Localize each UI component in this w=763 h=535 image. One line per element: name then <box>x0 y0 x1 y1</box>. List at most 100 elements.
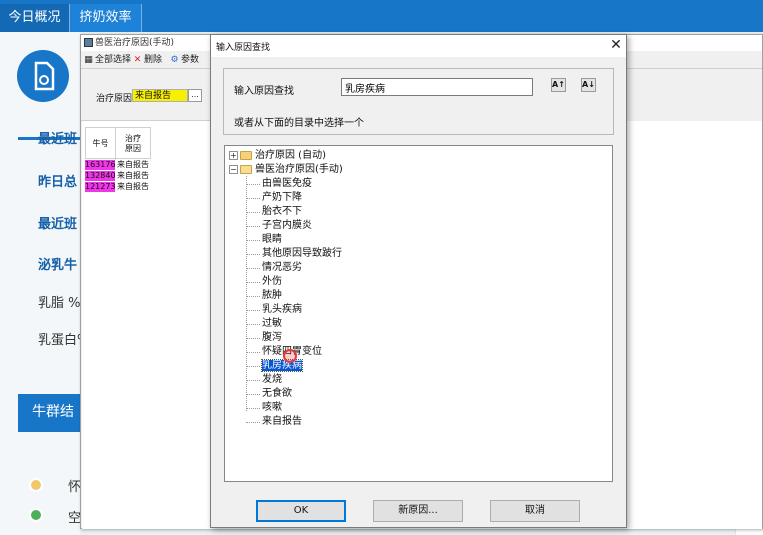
reason-tree[interactable]: + 治疗原因 (自动) − 兽医治疗原因(手动) 由兽医免疫 产奶下降 胎衣不下… <box>224 145 613 482</box>
new-reason-button[interactable]: 新原因... <box>373 500 463 522</box>
grid-col-reason[interactable]: 治疗 原因 <box>116 128 150 160</box>
tree-connector <box>246 212 260 213</box>
tree-leaf[interactable]: 眼睛 <box>262 233 282 246</box>
herd-structure-header: 牛群结 <box>18 394 80 432</box>
tree-connector <box>246 254 260 255</box>
tree-leaf-label: 由兽医免疫 <box>262 178 312 189</box>
tree-leaf[interactable]: 胎衣不下 <box>262 205 302 218</box>
filter-browse-button[interactable]: ... <box>188 89 202 102</box>
open-folder-icon <box>240 165 252 174</box>
treatment-filter: 治疗原因 来自报告 ... <box>81 69 211 121</box>
tree-leaf[interactable]: 无食欲 <box>262 387 292 400</box>
mouse-cursor-icon <box>283 349 297 363</box>
search-panel: 输入原因查找 A↑ A↓ 或者从下面的目录中选择一个 <box>223 68 614 135</box>
grid-header: 牛号 治疗 原因 <box>85 127 151 160</box>
app-icon <box>84 38 93 47</box>
tree-leaf-label: 情况恶劣 <box>262 262 302 273</box>
ok-button[interactable]: OK <box>256 500 346 522</box>
select-all-label: 全部选择 <box>95 55 132 65</box>
tree-leaf-label: 眼睛 <box>262 234 282 245</box>
grid-col-reason-label: 治疗 原因 <box>125 134 141 153</box>
tree-leaf[interactable]: 过敏 <box>262 317 282 330</box>
tree-connector <box>246 226 260 227</box>
tree-connector <box>246 422 260 423</box>
cancel-button[interactable]: 取消 <box>490 500 580 522</box>
tree-node-manual-reasons[interactable]: 兽医治疗原因(手动) <box>255 163 343 176</box>
sort-descending-button[interactable]: A↓ <box>581 78 596 92</box>
delete-x-icon: ✕ <box>133 55 142 65</box>
select-all-icon: ▦ <box>84 55 93 65</box>
tree-leaf[interactable]: 子宫内膜炎 <box>262 219 312 232</box>
cell-cow-id: 121273 <box>85 182 116 192</box>
tree-node-auto-reasons[interactable]: 治疗原因 (自动) <box>255 149 326 162</box>
filter-value-field[interactable]: 来自报告 <box>132 89 188 102</box>
tree-connector <box>246 408 260 409</box>
search-input[interactable] <box>341 78 533 96</box>
tree-leaf[interactable]: 外伤 <box>262 275 282 288</box>
tree-leaf-label: 咳嗽 <box>262 402 282 413</box>
tree-leaf-label: 胎衣不下 <box>262 206 302 217</box>
table-row[interactable]: 121273 来自报告 <box>85 182 151 192</box>
dashboard-left-panel: 最近班 昨日总 最近班 泌乳牛 乳脂 % 乳蛋白% <box>0 32 80 535</box>
grid-col-cow[interactable]: 牛号 <box>86 128 116 160</box>
tree-connector <box>246 296 260 297</box>
close-icon[interactable]: ✕ <box>607 36 625 54</box>
reason-search-dialog: 输入原因查找 ✕ 输入原因查找 A↑ A↓ 或者从下面的目录中选择一个 + 治疗… <box>210 34 627 528</box>
tree-leaf-label: 子宫内膜炎 <box>262 220 312 231</box>
tree-connector <box>246 198 260 199</box>
filter-label: 治疗原因 <box>96 94 133 104</box>
dash-label-recent-shift-2: 最近班 <box>38 217 78 232</box>
expand-icon[interactable]: + <box>229 151 238 160</box>
tree-connector <box>246 310 260 311</box>
delete-button[interactable]: ✕ 删除 <box>133 53 162 67</box>
tree-leaf-label: 发烧 <box>262 374 282 385</box>
tree-connector <box>246 394 260 395</box>
dash-label-recent-shift: 最近班 <box>38 132 78 147</box>
tab-today-overview[interactable]: 今日概况 <box>0 4 70 32</box>
tree-leaf[interactable]: 情况恶劣 <box>262 261 302 274</box>
folder-icon <box>240 151 252 160</box>
tree-leaf[interactable]: 乳头疾病 <box>262 303 302 316</box>
select-all-button[interactable]: ▦ 全部选择 <box>84 53 131 67</box>
tree-leaf-label: 脓肿 <box>262 290 282 301</box>
tree-connector <box>246 324 260 325</box>
cell-reason: 来自报告 <box>117 182 149 191</box>
dialog-title: 输入原因查找 <box>216 43 271 53</box>
cell-reason: 来自报告 <box>117 160 149 169</box>
treatment-window-title: 兽医治疗原因(手动) <box>95 38 175 48</box>
tree-leaf-label: 腹泻 <box>262 332 282 343</box>
tree-leaf[interactable]: 来自报告 <box>262 415 302 428</box>
tree-leaf[interactable]: 由兽医免疫 <box>262 177 312 190</box>
tree-leaf[interactable]: 发烧 <box>262 373 282 386</box>
dash-label-milk-fat: 乳脂 % <box>38 296 80 311</box>
table-row[interactable]: 132840 来自报告 <box>85 171 151 181</box>
tab-milking-efficiency[interactable]: 挤奶效率 <box>70 4 142 32</box>
sort-ascending-button[interactable]: A↑ <box>551 78 566 92</box>
cell-cow-id: 163176 <box>85 160 116 170</box>
tree-connector <box>246 282 260 283</box>
dash-label-milk-protein: 乳蛋白% <box>38 333 80 348</box>
tree-leaf-label: 过敏 <box>262 318 282 329</box>
document-icon <box>17 50 69 102</box>
tree-connector <box>246 240 260 241</box>
cell-cow-id: 132840 <box>85 171 116 181</box>
collapse-icon[interactable]: − <box>229 165 238 174</box>
params-label: 参数 <box>181 55 200 65</box>
dash-label-lactating-cows: 泌乳牛 <box>38 258 78 273</box>
tree-connector <box>246 352 260 353</box>
params-button[interactable]: ⚙ 参数 <box>170 53 199 67</box>
tree-leaf[interactable]: 咳嗽 <box>262 401 282 414</box>
table-row[interactable]: 163176 来自报告 <box>85 160 151 170</box>
tree-leaf[interactable]: 腹泻 <box>262 331 282 344</box>
tree-leaf[interactable]: 脓肿 <box>262 289 282 302</box>
cell-reason: 来自报告 <box>117 171 149 180</box>
tree-leaf[interactable]: 其他原因导致跛行 <box>262 247 342 260</box>
tree-leaf[interactable]: 产奶下降 <box>262 191 302 204</box>
delete-label: 删除 <box>144 55 163 65</box>
legend-dot-pregnant <box>29 478 43 492</box>
tree-connector <box>246 366 260 367</box>
dash-label-yesterday-total: 昨日总 <box>38 175 78 190</box>
tree-leaf-selected[interactable]: 乳房疾病 <box>261 359 303 372</box>
tree-leaf-label: 乳房疾病 <box>261 359 303 372</box>
search-label: 输入原因查找 <box>234 86 294 97</box>
